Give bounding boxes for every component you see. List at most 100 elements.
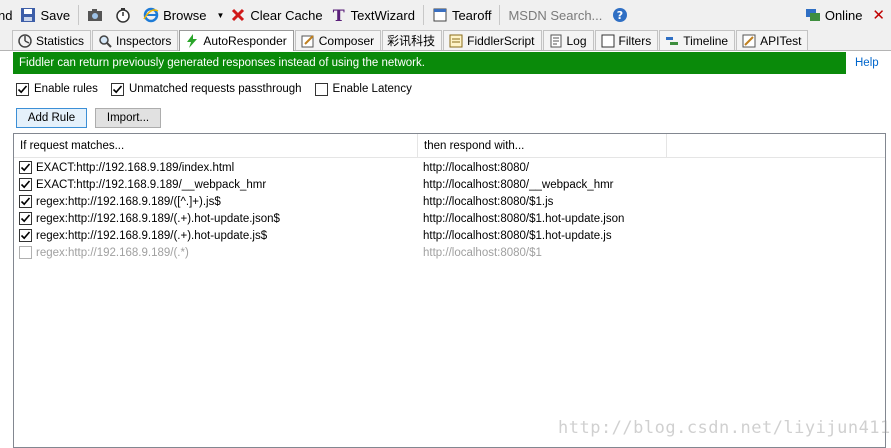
tab-composer[interactable]: Composer (294, 30, 382, 50)
passthrough-label: Unmatched requests passthrough (128, 83, 302, 95)
rule-match-text: regex:http://192.168.9.189/(.+).hot-upda… (36, 212, 280, 225)
help-button[interactable]: ? (608, 0, 636, 30)
rule-match-text: regex:http://192.168.9.189/([^.]+).js$ (36, 195, 221, 208)
rule-row[interactable]: EXACT:http://192.168.9.189/index.html ht… (14, 159, 885, 176)
tab-filters[interactable]: Filters (594, 30, 659, 50)
stopwatch-icon (115, 7, 131, 23)
rule-match-text: EXACT:http://192.168.9.189/__webpack_hmr (36, 178, 267, 191)
tab-label: Log (566, 33, 587, 48)
statistics-icon (17, 33, 33, 49)
info-banner: Fiddler can return previously generated … (13, 52, 846, 74)
dropdown-arrow-icon: ▼ (216, 10, 225, 20)
rule-respond-text: http://localhost:8080/$1.js (423, 195, 554, 208)
lightning-icon (184, 33, 200, 49)
rule-match-text: regex:http://192.168.9.189/(.*) (36, 246, 189, 259)
tab-label: Inspectors (116, 33, 172, 48)
rule-enabled-checkbox[interactable] (19, 246, 32, 259)
tearoff-label: Tearoff (451, 7, 492, 23)
close-button[interactable]: ✕ (866, 0, 891, 30)
timer-button[interactable] (111, 0, 139, 30)
browse-button[interactable]: Browse (139, 0, 210, 30)
browse-dropdown[interactable]: ▼ (210, 0, 226, 30)
checkbox[interactable] (16, 82, 29, 96)
browse-label: Browse (163, 7, 207, 23)
truncated-label: nd (0, 7, 13, 23)
clear-cache-button[interactable]: Clear Cache (226, 0, 326, 30)
checkbox[interactable] (110, 82, 124, 96)
rule-row[interactable]: EXACT:http://192.168.9.189/__webpack_hmr… (14, 176, 885, 193)
column-header-respond[interactable]: then respond with... (418, 134, 667, 158)
filters-icon (600, 33, 616, 49)
close-icon: ✕ (872, 7, 885, 24)
textwizard-icon: T (332, 5, 345, 25)
internet-explorer-icon (143, 7, 159, 23)
tearoff-button[interactable]: Tearoff (428, 0, 496, 30)
add-rule-button[interactable]: Add Rule (16, 108, 87, 128)
import-button[interactable]: Import... (95, 108, 161, 128)
help-link[interactable]: Help (855, 57, 879, 69)
tab-label: Filters (618, 33, 652, 48)
rule-match-text: EXACT:http://192.168.9.189/index.html (36, 161, 235, 174)
rule-respond-text: http://localhost:8080/$1 (423, 246, 542, 259)
rule-row[interactable]: regex:http://192.168.9.189/([^.]+).js$ h… (14, 193, 885, 210)
truncated-toolbar-item[interactable]: nd (0, 0, 16, 30)
network-icon (805, 7, 821, 23)
online-status[interactable]: Online (801, 0, 867, 30)
rule-enabled-checkbox[interactable] (19, 195, 32, 208)
banner-text: Fiddler can return previously generated … (19, 57, 425, 69)
tab-fiddlerscript[interactable]: FiddlerScript (443, 30, 542, 50)
rule-match-cell: regex:http://192.168.9.189/(.+).hot-upda… (19, 229, 267, 242)
rule-enabled-checkbox[interactable] (19, 178, 32, 191)
column-header-match[interactable]: If request matches... (14, 134, 418, 158)
svg-text:?: ? (617, 9, 623, 22)
rule-row-disabled[interactable]: regex:http://192.168.9.189/(.*) http://l… (14, 244, 885, 261)
rules-list-header: If request matches... then respond with.… (14, 134, 885, 158)
enable-latency-label: Enable Latency (332, 83, 412, 95)
rule-match-cell: regex:http://192.168.9.189/([^.]+).js$ (19, 195, 221, 208)
tab-label: Timeline (683, 33, 729, 48)
toolbar-divider (499, 5, 501, 25)
camera-button[interactable] (83, 0, 111, 30)
rule-match-cell: EXACT:http://192.168.9.189/__webpack_hmr (19, 178, 266, 191)
rule-enabled-checkbox[interactable] (19, 229, 32, 242)
rule-respond-text: http://localhost:8080/$1.hot-update.js (423, 229, 612, 242)
textwizard-button[interactable]: T TextWizard (327, 0, 419, 30)
tab-statistics[interactable]: Statistics (12, 30, 92, 50)
options-row: Enable rules Unmatched requests passthro… (16, 82, 425, 96)
tab-caixun[interactable]: 彩讯科技 (382, 30, 443, 50)
save-label: Save (40, 7, 71, 23)
tab-inspectors[interactable]: Inspectors (92, 30, 179, 50)
tab-timeline[interactable]: Timeline (659, 30, 736, 50)
enable-latency-checkbox[interactable]: Enable Latency (314, 82, 412, 96)
textwizard-label: TextWizard (350, 7, 415, 23)
toolbar-right: Online ✕ (801, 0, 891, 30)
tab-autoresponder[interactable]: AutoResponder (179, 30, 294, 51)
msdn-search-placeholder: MSDN Search... (508, 7, 603, 23)
checkbox[interactable] (314, 82, 328, 96)
save-button[interactable]: Save (16, 0, 74, 30)
log-icon (548, 33, 564, 49)
composer-icon (300, 33, 316, 49)
script-icon (448, 33, 464, 49)
question-icon: ? (612, 7, 628, 23)
inspectors-icon (97, 33, 113, 49)
rules-list[interactable]: If request matches... then respond with.… (13, 133, 886, 448)
online-label: Online (824, 7, 863, 23)
passthrough-checkbox[interactable]: Unmatched requests passthrough (110, 82, 302, 96)
toolbar-divider (78, 5, 80, 25)
enable-rules-checkbox[interactable]: Enable rules (16, 82, 98, 96)
rule-row[interactable]: regex:http://192.168.9.189/(.+).hot-upda… (14, 210, 885, 227)
main-toolbar: nd Save Browse ▼ Clear Cache T TextWizar… (0, 0, 891, 30)
watermark: http://blog.csdn.net/liyijun4114 (558, 418, 891, 438)
save-icon (20, 7, 36, 23)
tab-label: APITest (760, 33, 802, 48)
tab-apitest[interactable]: APITest (736, 30, 809, 50)
rule-respond-text: http://localhost:8080/__webpack_hmr (423, 178, 614, 191)
msdn-search-input[interactable]: MSDN Search... (504, 0, 608, 30)
rule-match-cell: regex:http://192.168.9.189/(.+).hot-upda… (19, 212, 280, 225)
tab-log[interactable]: Log (542, 30, 594, 50)
rule-row[interactable]: regex:http://192.168.9.189/(.+).hot-upda… (14, 227, 885, 244)
rule-enabled-checkbox[interactable] (19, 212, 32, 225)
rule-respond-text: http://localhost:8080/$1.hot-update.json (423, 212, 625, 225)
rule-enabled-checkbox[interactable] (19, 161, 32, 174)
